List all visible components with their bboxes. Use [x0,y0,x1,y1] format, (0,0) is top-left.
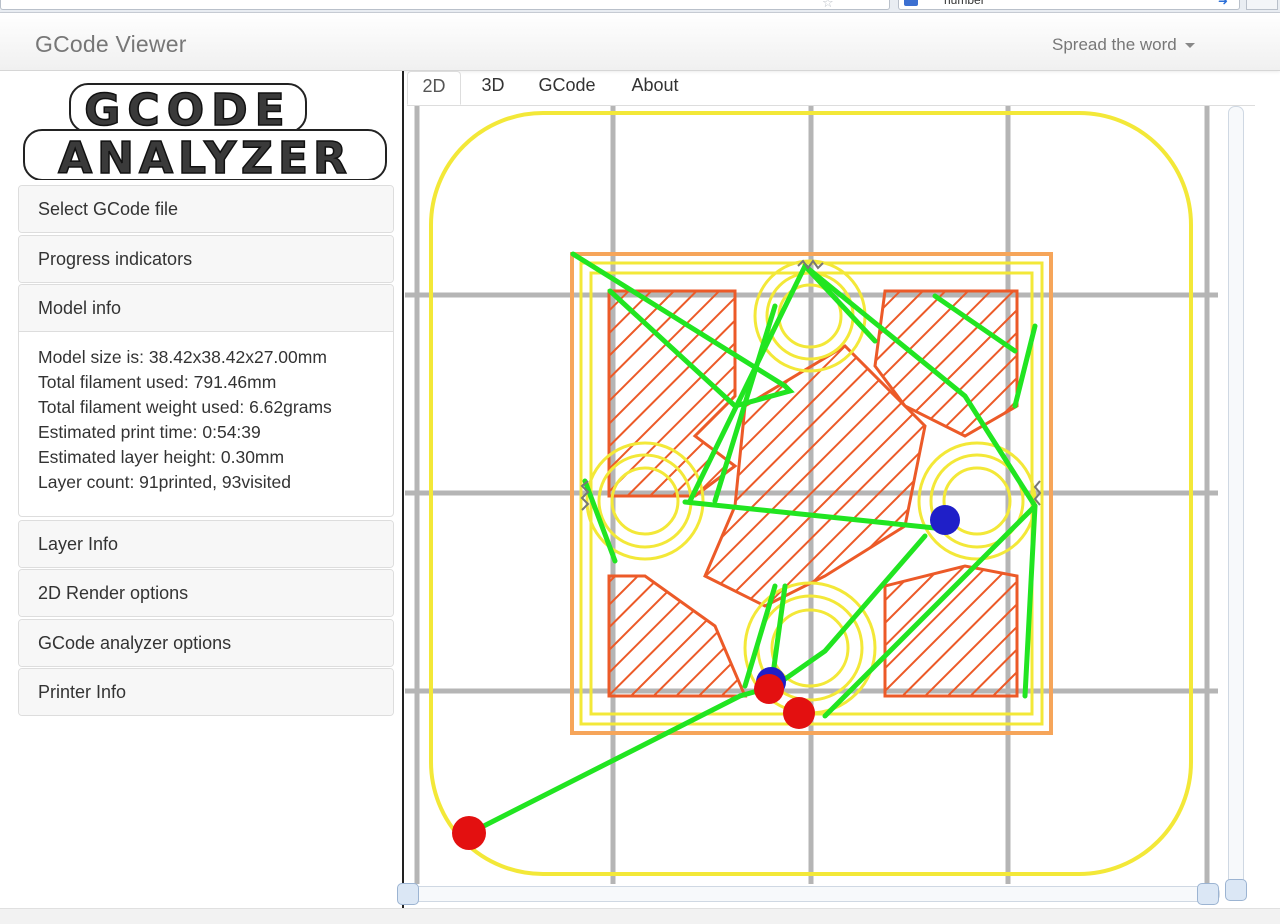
panel-title[interactable]: Layer Info [38,534,118,555]
panel-header[interactable]: Select GCode file [19,186,393,232]
panel-header[interactable]: Printer Info [19,669,393,715]
panel-printer-info[interactable]: Printer Info [18,668,394,716]
spread-the-word-dropdown[interactable]: Spread the word [1052,35,1195,55]
logo-line2: ANALYZER [58,133,352,180]
horizontal-scroll-handle-right[interactable] [1197,883,1219,905]
status-bar [0,908,1280,924]
sidebar: GCODE ANALYZER Select GCode file Progres… [0,71,404,923]
model-size-text: Model size is: 38.42x38.42x27.00mm [38,347,327,367]
search-engine-icon[interactable] [904,0,918,6]
view-tabs: 2D 3D GCode About [407,71,1255,106]
brand-title[interactable]: GCode Viewer [35,31,187,58]
navbar: GCode Viewer Spread the word [0,13,1280,71]
vertical-scroll-handle[interactable] [1225,879,1247,901]
caret-down-icon [1184,43,1195,49]
layer-render[interactable] [405,106,1218,884]
render-canvas[interactable] [405,106,1218,884]
tab-3d[interactable]: 3D [469,71,517,105]
panel-gcode-analyzer-options[interactable]: GCode analyzer options [18,619,394,667]
filament-used-text: Total filament used: 791.46mm [38,372,277,392]
panel-layer-info[interactable]: Layer Info [18,520,394,568]
browser-menu-button[interactable] [1246,0,1278,10]
panel-header[interactable]: Layer Info [19,521,393,567]
panel-select-gcode-file[interactable]: Select GCode file [18,185,394,233]
filament-weight-text: Total filament weight used: 6.62grams [38,397,332,417]
panel-header[interactable]: 2D Render options [19,570,393,616]
tab-gcode[interactable]: GCode [529,71,605,105]
layer-height-text: Estimated layer height: 0.30mm [38,447,285,467]
spread-label: Spread the word [1052,35,1177,54]
go-arrow-icon[interactable]: ➜ [1218,0,1228,8]
panel-progress-indicators[interactable]: Progress indicators [18,235,394,283]
panel-title[interactable]: Model info [38,298,121,319]
panel-title[interactable]: 2D Render options [38,583,188,604]
vertical-scrollbar[interactable] [1225,106,1247,901]
panel-title[interactable]: GCode analyzer options [38,633,231,654]
panel-header[interactable]: Model info [19,285,393,332]
panel-model-info: Model info Model size is: 38.42x38.42x27… [18,284,394,517]
logo-line1: GCODE [84,85,291,136]
panel-header[interactable]: GCode analyzer options [19,620,393,666]
gcode-analyzer-logo: GCODE ANALYZER [23,83,387,180]
star-icon[interactable]: ☆ [822,0,834,9]
panel-title[interactable]: Select GCode file [38,199,178,220]
panel-2d-render-options[interactable]: 2D Render options [18,569,394,617]
address-bar[interactable] [0,0,890,10]
horizontal-scrollbar[interactable] [397,883,1220,905]
print-time-text: Estimated print time: 0:54:39 [38,422,261,442]
browser-search-text: number [944,0,985,7]
tab-about[interactable]: About [619,71,691,105]
browser-chrome: ☆ number ➜ [0,0,1280,13]
tab-2d[interactable]: 2D [407,71,461,105]
panel-title[interactable]: Progress indicators [38,249,192,270]
horizontal-scroll-handle-left[interactable] [397,883,419,905]
panel-title[interactable]: Printer Info [38,682,126,703]
layer-count-text: Layer count: 91printed, 93visited [38,472,291,492]
panel-header[interactable]: Progress indicators [19,236,393,282]
model-info-body: Model size is: 38.42x38.42x27.00mm Total… [19,332,393,508]
